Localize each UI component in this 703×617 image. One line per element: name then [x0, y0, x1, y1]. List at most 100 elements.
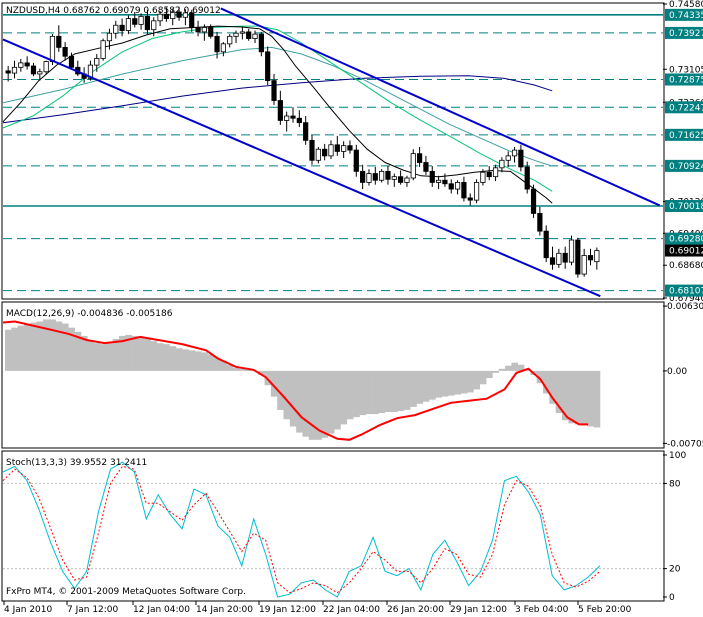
time-tick-label: 4 Jan 2010: [4, 605, 52, 615]
candle-body: [239, 31, 245, 34]
macd-histogram-bar: [479, 370, 487, 385]
time-tick-label: 7 Jan 12:00: [67, 605, 119, 615]
macd-histogram-bar: [99, 344, 107, 371]
macd-histogram-bar: [435, 370, 443, 398]
candle-body: [119, 24, 125, 31]
time-tick-label: 22 Jan 04:00: [323, 605, 380, 615]
candle-body: [258, 33, 264, 53]
macd-histogram-bar: [403, 370, 411, 410]
macd-histogram-bar: [182, 349, 189, 371]
candle-body: [56, 35, 62, 48]
macd-histogram-bar: [30, 322, 37, 371]
macd-histogram-bar: [593, 370, 601, 428]
candle-body: [132, 18, 138, 25]
candle-body: [423, 162, 429, 172]
candle-body: [315, 148, 321, 161]
candle-body: [537, 213, 543, 232]
trading-chart[interactable]: NZDUSD,H4 0.68762 0.69079 0.68582 0.6901…: [0, 0, 703, 617]
macd-histogram-bar: [188, 350, 196, 371]
level-price-label: 0.74335: [669, 11, 703, 21]
macd-histogram-bar: [17, 325, 25, 371]
time-tick-label: 5 Feb 20:00: [578, 605, 632, 615]
macd-histogram-bar: [49, 319, 56, 371]
candle-body: [328, 144, 334, 157]
macd-histogram-bar: [302, 370, 310, 437]
macd-histogram-bar: [11, 327, 18, 371]
candle-body: [138, 15, 144, 25]
candle-body: [220, 43, 226, 53]
candle-body: [556, 252, 562, 265]
copyright-text: FxPro MT4, © 2001-2009 MetaQuotes Softwa…: [6, 587, 246, 597]
candle-body: [473, 182, 480, 201]
macd-histogram-bar: [460, 370, 468, 394]
candle-body: [303, 122, 309, 141]
macd-histogram-bar: [36, 321, 44, 371]
macd-histogram-bar: [93, 343, 101, 371]
macd-histogram-bar: [201, 352, 208, 371]
candle-body: [379, 170, 385, 181]
candle-body: [100, 40, 106, 59]
candle-body: [195, 27, 201, 33]
candle-body: [246, 31, 252, 39]
candle-body: [530, 188, 537, 214]
macd-histogram-bar: [429, 370, 436, 400]
macd-histogram-bar: [327, 370, 335, 434]
candle-body: [410, 153, 416, 179]
candle-body: [511, 149, 518, 157]
candle-body: [435, 179, 442, 183]
candle-body: [208, 27, 214, 37]
macd-histogram-bar: [486, 370, 493, 379]
candle-body: [543, 230, 549, 259]
macd-histogram-bar: [321, 370, 329, 438]
candle-body: [62, 46, 68, 57]
candle-body: [322, 148, 328, 157]
macd-histogram-bar: [131, 335, 139, 371]
candle-body: [334, 144, 340, 152]
macd-histogram-bar: [61, 323, 69, 371]
macd-histogram-bar: [194, 351, 202, 371]
macd-histogram-bar: [289, 370, 297, 427]
time-tick-label: 19 Jan 12:00: [259, 605, 316, 615]
candle-body: [68, 55, 75, 68]
macd-histogram-bar: [359, 370, 367, 416]
macd-histogram-bar: [410, 370, 417, 407]
level-price-label: 0.70018: [669, 202, 703, 212]
macd-histogram-bar: [581, 370, 588, 426]
candle-body: [429, 170, 435, 183]
macd-tick-label: 0.00: [667, 367, 687, 377]
candle-body: [562, 252, 568, 263]
macd-label: MACD(12,26,9) -0.004836 -0.005186: [6, 309, 173, 319]
macd-histogram-bar: [353, 370, 360, 418]
candle-body: [568, 239, 575, 263]
macd-histogram-bar: [207, 354, 215, 371]
macd-histogram-bar: [346, 370, 354, 420]
time-tick-label: 12 Jan 04:00: [133, 605, 190, 615]
candle-body: [480, 171, 486, 183]
candle-body: [575, 239, 581, 275]
level-price-label: 0.68107: [669, 287, 703, 297]
macd-histogram-bar: [55, 321, 63, 371]
macd-tick-label: -0.00705: [667, 439, 703, 449]
macd-histogram-bar: [169, 346, 177, 371]
candle-body: [581, 255, 587, 275]
level-price-label: 0.72875: [669, 75, 703, 85]
level-price-label: 0.69280: [669, 235, 703, 245]
macd-histogram-bar: [574, 370, 582, 425]
candle-body: [201, 27, 207, 33]
candle-body: [49, 35, 56, 62]
candle-body: [360, 170, 366, 183]
macd-histogram-bar: [391, 370, 398, 413]
candle-body: [499, 159, 505, 169]
macd-histogram-bar: [505, 365, 512, 371]
macd-histogram-bar: [156, 343, 164, 371]
stoch-tick-label: 20: [669, 565, 681, 575]
candle-body: [94, 58, 100, 66]
candle-body: [113, 24, 119, 34]
macd-histogram-bar: [106, 342, 113, 371]
candle-body: [347, 145, 353, 151]
candle-body: [214, 35, 220, 53]
macd-histogram-bar: [441, 370, 449, 397]
time-tick-label: 3 Feb 04:00: [515, 605, 569, 615]
level-price-label: 0.70924: [669, 162, 703, 172]
candle-body: [37, 71, 43, 75]
